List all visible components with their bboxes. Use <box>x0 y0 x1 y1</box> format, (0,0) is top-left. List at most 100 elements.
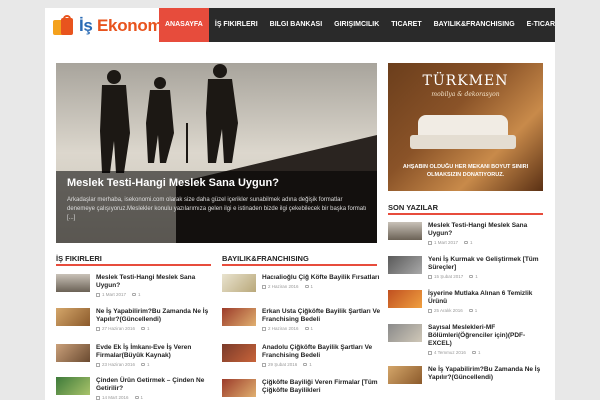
list-item[interactable]: Çinden Ürün Getirmek – Çinden Ne Getiril… <box>56 377 216 400</box>
article-date: 1 Mart 2017 <box>434 240 459 245</box>
comment-icon <box>134 396 139 399</box>
article-title[interactable]: Ne İş Yapabilirim?Bu Zamanda Ne İş Yapıl… <box>428 366 548 382</box>
calendar-icon <box>262 284 266 289</box>
site-header: İş Ekonomi ANASAYFA İŞ FIKIRLERI BILGI B… <box>45 8 555 42</box>
article-comments: 1 <box>147 326 150 331</box>
article-title[interactable]: Ne İş Yapabilirim?Bu Zamanda Ne İş Yapıl… <box>96 308 216 324</box>
list-item[interactable]: Yeni İş Kurmak ve Geliştirmek [Tüm Süreç… <box>388 256 548 279</box>
article-title[interactable]: Erkan Usta Çiğköfte Bayilik Şartları Ve … <box>262 308 382 324</box>
section-title-bayilik: BAYILIK&FRANCHISING <box>222 254 309 263</box>
article-thumbnail[interactable] <box>388 366 422 384</box>
calendar-icon <box>428 240 432 245</box>
article-thumbnail[interactable] <box>222 344 256 362</box>
featured-excerpt: Arkadaşlar merhaba, isekonomi.com olarak… <box>67 197 367 221</box>
article-date: 14 Mart 2016 <box>102 395 129 400</box>
shopping-bags-icon <box>53 15 75 36</box>
article-thumbnail[interactable] <box>56 308 90 326</box>
article-title[interactable]: Hacıalioğlu Çiğ Köfte Bayilik Fırsatları <box>262 274 379 282</box>
list-item[interactable]: Ne İş Yapabilirim?Bu Zamanda Ne İş Yapıl… <box>56 308 216 331</box>
article-thumbnail[interactable] <box>388 290 422 308</box>
article-title[interactable]: Meslek Testi-Hangi Meslek Sana Uygun? <box>96 274 216 290</box>
calendar-icon <box>428 308 432 313</box>
nav-item-bayilik[interactable]: BAYILIK&FRANCHISING <box>428 8 521 42</box>
article-comments: 1 <box>310 284 314 289</box>
calendar-icon <box>96 326 100 331</box>
article-thumbnail[interactable] <box>56 274 90 292</box>
article-thumbnail[interactable] <box>388 222 422 240</box>
article-date: 15 Şubat 2017 <box>434 274 464 279</box>
section-title-son-yazilar: SON YAZILAR <box>388 203 439 212</box>
nav-item-e-ticaret[interactable]: E-TICARET <box>521 8 555 42</box>
logo-text: İş Ekonomi <box>79 16 167 36</box>
article-comments: 1 <box>477 350 481 355</box>
ad-text: AHŞABIN OLDUĞU HER MEKANI BOYUT SINIRI O… <box>402 164 529 178</box>
article-date: 29 Şubat 2016 <box>268 362 298 367</box>
list-item[interactable]: Anadolu Çiğköfte Bayilik Şartları Ve Fra… <box>222 344 382 367</box>
article-title[interactable]: Çinden Ürün Getirmek – Çinden Ne Getiril… <box>96 377 216 393</box>
article-comments: 1 <box>310 326 314 331</box>
comment-icon <box>303 363 308 366</box>
comment-icon <box>304 285 309 288</box>
article-title[interactable]: Sayısal Meslekleri-MF Bölümleri(Öğrencil… <box>428 324 548 348</box>
nav-item-girisimcilik[interactable]: GIRIŞIMCILIK <box>328 8 385 42</box>
nav-item-is-fikirleri[interactable]: İŞ FIKIRLERI <box>209 8 264 42</box>
article-thumbnail[interactable] <box>388 256 422 274</box>
featured-slider[interactable]: Meslek Testi-Hangi Meslek Sana Uygun? Ar… <box>56 63 377 243</box>
calendar-icon <box>96 395 100 400</box>
featured-title[interactable]: Meslek Testi-Hangi Meslek Sana Uygun? <box>67 177 279 189</box>
list-item[interactable]: Meslek Testi-Hangi Meslek Sana Uygun? 1 … <box>56 274 216 297</box>
article-date: 25 Aralık 2016 <box>434 308 463 313</box>
list-item[interactable]: Sayısal Meslekleri-MF Bölümleri(Öğrencil… <box>388 324 548 355</box>
logo-text-ekonomi: Ekonomi <box>97 16 167 35</box>
article-thumbnail[interactable] <box>56 377 90 395</box>
comment-icon <box>471 351 476 354</box>
nav-item-bilgi-bankasi[interactable]: BILGI BANKASI <box>264 8 329 42</box>
list-item[interactable]: Çiğköfte Bayiliği Veren Firmalar [Tüm Çi… <box>222 379 382 397</box>
comment-icon <box>468 309 473 312</box>
calendar-icon <box>428 350 432 355</box>
article-date: 2 Haziran 2016 <box>268 326 299 331</box>
list-item[interactable]: Evde Ek İş İmkanı-Eve İş Veren Firmalar(… <box>56 344 216 367</box>
article-title[interactable]: Evde Ek İş İmkanı-Eve İş Veren Firmalar(… <box>96 344 216 360</box>
list-item[interactable]: İşyerine Mutlaka Alınan 6 Temizlik Ürünü… <box>388 290 548 313</box>
section-underline <box>222 264 377 266</box>
comment-icon <box>304 327 309 330</box>
article-title[interactable]: İşyerine Mutlaka Alınan 6 Temizlik Ürünü <box>428 290 548 306</box>
article-comments: 1 <box>470 240 473 245</box>
calendar-icon <box>96 292 100 297</box>
article-thumbnail[interactable] <box>56 344 90 362</box>
list-item[interactable]: Hacıalioğlu Çiğ Köfte Bayilik Fırsatları… <box>222 274 382 292</box>
article-thumbnail[interactable] <box>222 308 256 326</box>
article-date: 4 Temmuz 2016 <box>434 350 466 355</box>
site-logo[interactable]: İş Ekonomi <box>53 14 167 38</box>
sofa-seat-image <box>410 135 516 149</box>
article-title[interactable]: Çiğköfte Bayiliği Veren Firmalar [Tüm Çi… <box>262 379 382 395</box>
advertisement-banner[interactable]: TÜRKMEN mobilya & dekorasyon AHŞABIN OLD… <box>388 63 543 191</box>
article-comments: 1 <box>474 308 478 313</box>
article-title[interactable]: Meslek Testi-Hangi Meslek Sana Uygun? <box>428 222 548 238</box>
article-date: 2 Haziran 2016 <box>268 284 299 289</box>
article-title[interactable]: Anadolu Çiğköfte Bayilik Şartları Ve Fra… <box>262 344 382 360</box>
article-date: 27 Haziran 2016 <box>102 326 136 331</box>
article-title[interactable]: Yeni İş Kurmak ve Geliştirmek [Tüm Süreç… <box>428 256 548 272</box>
section-underline <box>388 213 543 215</box>
calendar-icon <box>96 362 100 367</box>
main-nav: ANASAYFA İŞ FIKIRLERI BILGI BANKASI GIRI… <box>159 8 555 42</box>
calendar-icon <box>428 274 432 279</box>
comment-icon <box>141 363 146 366</box>
article-comments: 1 <box>475 274 478 279</box>
list-item[interactable]: Erkan Usta Çiğköfte Bayilik Şartları Ve … <box>222 308 382 331</box>
list-item[interactable]: Ne İş Yapabilirim?Bu Zamanda Ne İş Yapıl… <box>388 366 548 384</box>
article-thumbnail[interactable] <box>222 379 256 397</box>
article-comments: 1 <box>138 292 141 297</box>
calendar-icon <box>262 362 266 367</box>
section-underline <box>56 264 211 266</box>
nav-item-ticaret[interactable]: TICARET <box>385 8 427 42</box>
article-thumbnail[interactable] <box>388 324 422 342</box>
calendar-icon <box>262 326 266 331</box>
article-thumbnail[interactable] <box>222 274 256 292</box>
comment-icon <box>141 327 146 330</box>
nav-item-anasayfa[interactable]: ANASAYFA <box>159 8 209 42</box>
list-item[interactable]: Meslek Testi-Hangi Meslek Sana Uygun? 1 … <box>388 222 548 245</box>
comment-icon <box>132 293 137 296</box>
